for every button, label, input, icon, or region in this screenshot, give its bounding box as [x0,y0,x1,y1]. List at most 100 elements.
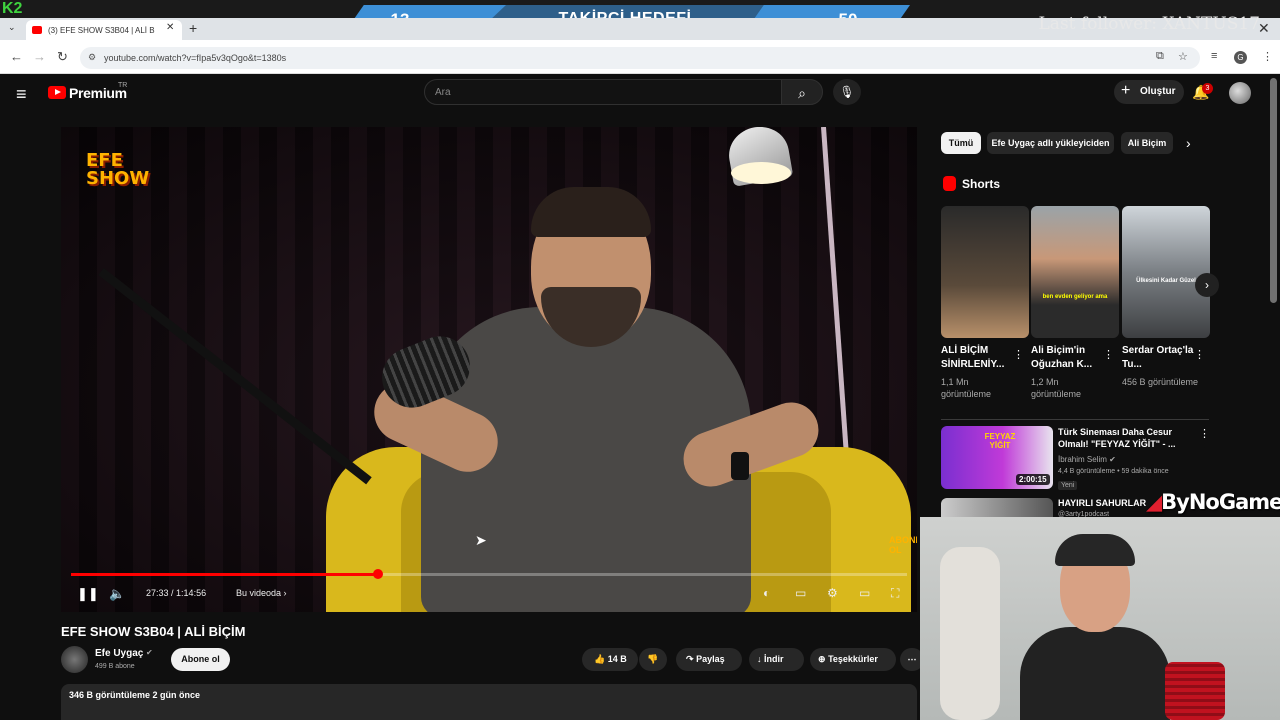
search-placeholder: Ara [435,87,451,98]
subscriber-count: 499 B abone [95,663,135,670]
channel-name[interactable]: Efe Uygaç [95,648,143,659]
verified-badge-icon: ✔ [1109,455,1116,464]
progress-scrubber-handle[interactable] [372,569,383,579]
recommendation-thumb-text: FEYYAZ YİĞİT [984,432,1016,450]
short-caption-2: ben evden geliyor ama [1042,294,1108,300]
recommendation-channel-name: İbrahim Selim [1058,455,1107,464]
reload-icon[interactable]: ↻ [57,49,68,65]
page-scrollbar[interactable] [1270,78,1277,303]
search-icon: ⌕ [798,85,806,101]
sponsor-name: ByNoGame [1161,490,1280,514]
chip-from-uploader[interactable]: Efe Uygaç adlı yükleyiciden [987,132,1114,154]
forward-icon[interactable]: → [33,49,46,64]
video-player[interactable]: EFE SHOW ABONE OL ❚❚ 🔈 27:33 / 1:14:56 B… [61,127,917,612]
channel-avatar[interactable] [61,646,88,673]
short-more-icon-2[interactable]: ⋮ [1103,348,1114,361]
short-more-icon-1[interactable]: ⋮ [1013,348,1024,361]
address-bar[interactable]: youtube.com/watch?v=fIpa5v3qOgo&t=1380s [80,47,1200,69]
install-app-icon[interactable]: ⧉ [1156,50,1164,63]
window-close-icon[interactable]: ✕ [1258,20,1270,37]
guide-menu-icon[interactable]: ≡ [16,84,27,105]
youtube-favicon-icon [32,26,42,34]
settings-gear-icon[interactable]: ⚙ [827,586,838,600]
short-thumbnail-3[interactable]: Ülkesini Kadar Güzel [1122,206,1210,338]
video-title: EFE SHOW S3B04 | ALİ BİÇİM [61,624,246,639]
browser-tab-youtube[interactable]: (3) EFE SHOW S3B04 | ALİ B [26,20,182,40]
microphone-icon: 🎙 [839,85,855,99]
short-title-2[interactable]: Ali Biçim'in Oğuzhan K... [1031,344,1103,372]
time-display: 27:33 / 1:14:56 [146,588,206,598]
recommendation-title[interactable]: Türk Sineması Daha Cesur Olmalı! "FEYYAZ… [1058,426,1198,450]
new-tab-icon[interactable]: + [189,20,197,36]
recommendation-meta: 4,4 B görüntüleme • 59 dakika önce [1058,468,1169,475]
subscribe-button[interactable]: Abone ol [171,648,230,671]
stream-brand-logo: K2 [2,0,23,17]
recommendation-channel[interactable]: İbrahim Selim ✔ [1058,455,1116,464]
chips-next-chevron-icon[interactable]: › [1186,135,1191,151]
back-icon[interactable]: ← [10,49,23,64]
plus-icon: + [1121,82,1131,99]
thanks-button[interactable]: ⊕ Teşekkürler [810,648,896,671]
current-time: 27:33 [146,588,169,598]
short-views-2: 1,2 Mn görüntüleme [1031,377,1082,399]
tab-close-icon[interactable]: ✕ [166,22,174,33]
recommendation-more-icon[interactable]: ⋮ [1199,427,1210,440]
autoplay-toggle-icon[interactable]: ◐ [763,586,770,600]
verified-badge-icon: ✔ [146,648,153,657]
like-count: 14 B [607,654,627,664]
video-person-watch [731,452,749,480]
browser-menu-icon[interactable]: ⋮ [1262,50,1273,63]
sidebar-divider [941,419,1209,420]
address-url: youtube.com/watch?v=fIpa5v3qOgo&t=1380s [104,53,287,63]
short-title-3[interactable]: Serdar Ortaç'la Tu... [1122,344,1194,372]
notification-count-badge: 3 [1202,83,1213,94]
media-control-icon[interactable]: ≡ [1211,50,1217,62]
subtitles-icon[interactable]: ▭ [795,586,806,600]
fullscreen-icon[interactable]: ⛶ [891,586,899,601]
recommendation-title-2[interactable]: HAYIRLI SAHURLAR [1058,498,1146,508]
site-info-icon[interactable]: ⚙ [88,52,96,63]
time-separator: / [168,588,177,598]
short-thumbnail-2[interactable]: ben evden geliyor ama [1031,206,1119,338]
subscribe-watermark: ABONE OL [889,535,917,555]
sponsor-logo: ◢ByNoGame [1146,490,1280,514]
short-views-1: 1,1 Mn görüntüleme [941,377,992,399]
share-button[interactable]: ↷ Paylaş [676,648,742,671]
volume-icon[interactable]: 🔈 [109,586,125,602]
bookmark-star-icon[interactable]: ☆ [1178,50,1188,63]
account-avatar[interactable] [1229,82,1251,104]
youtube-logo-icon[interactable] [48,86,66,99]
short-caption-3: Ülkesini Kadar Güzel [1136,278,1196,284]
recommendation-thumbnail-2[interactable] [941,498,1053,518]
voice-search-button[interactable]: 🎙 [833,79,861,105]
video-person-hair [531,187,651,237]
short-title-1[interactable]: ALİ BİÇİM SİNİRLENİY... [941,344,1013,372]
tab-search-icon[interactable]: ⌄ [8,22,16,33]
mouse-cursor-icon: ➤ [475,532,487,548]
efe-show-logo: EFE SHOW [86,150,150,189]
sponsor-logo-icon: ◢ [1146,490,1162,514]
search-input[interactable]: Ara [424,79,782,105]
browser-profile-icon[interactable]: G [1234,51,1247,64]
new-badge: Yeni [1058,481,1078,490]
last-follower-label: Last follower: XANTUS17 [1038,14,1260,34]
chip-all[interactable]: Tümü [941,132,981,154]
shorts-next-arrow-icon[interactable]: › [1195,273,1219,297]
search-button[interactable]: ⌕ [781,79,823,105]
chapter-label: Bu videoda [236,588,282,598]
short-views-3: 456 B görüntüleme [1122,377,1199,387]
short-more-icon-3[interactable]: ⋮ [1194,348,1205,361]
theater-mode-icon[interactable]: ▭ [859,586,870,600]
video-duration: 1:14:56 [176,588,207,598]
recommendation-duration: 2:00:15 [1016,474,1050,485]
chapter-button[interactable]: Bu videoda › [236,588,287,598]
like-button[interactable]: 👍 14 B [582,648,638,671]
progress-bar[interactable] [71,573,907,576]
dislike-button[interactable]: 👎 [639,648,667,671]
short-thumbnail-1[interactable] [941,206,1029,338]
download-button[interactable]: ↓ İndir [749,648,804,671]
chip-ali-bicim[interactable]: Ali Biçim [1121,132,1173,154]
super-thanks-icon: ⊕ [818,654,826,664]
thumbs-up-icon: 👍 [594,654,606,664]
pause-icon[interactable]: ❚❚ [77,586,99,602]
